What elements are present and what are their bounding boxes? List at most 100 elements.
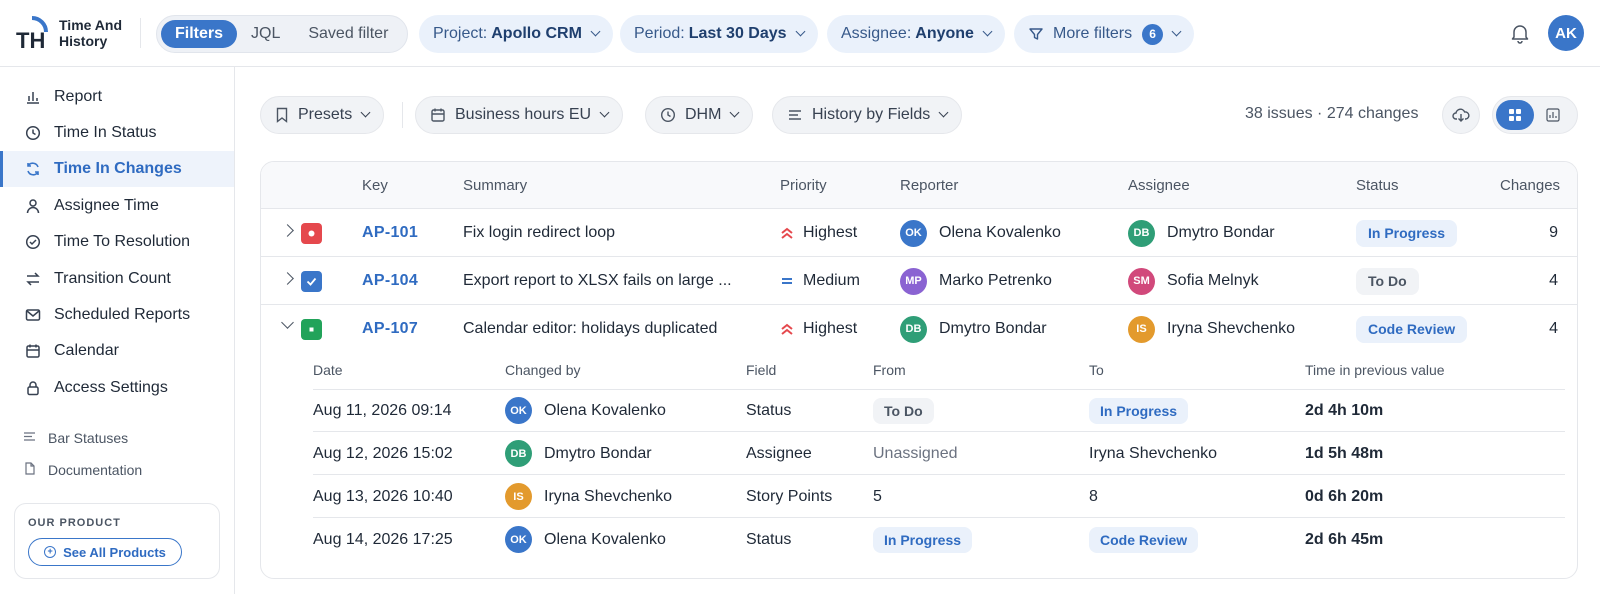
- app-logo[interactable]: TH Time And History: [16, 16, 139, 50]
- avatar: SM: [1128, 267, 1155, 295]
- bookmark-icon: [275, 107, 289, 123]
- change-field: Story Points: [746, 487, 833, 505]
- chevron-down-icon[interactable]: [281, 316, 294, 329]
- chevron-right-icon[interactable]: [281, 272, 294, 285]
- change-field: Status: [746, 401, 792, 419]
- chart-view-button[interactable]: [1534, 100, 1572, 130]
- change-duration: 0d 6h 20m: [1305, 487, 1384, 505]
- sidebar-item-access-settings[interactable]: Access Settings: [0, 370, 234, 406]
- change-from: To Do: [873, 389, 934, 432]
- more-filters-button[interactable]: More filters 6: [1014, 15, 1195, 53]
- history-mode-label: History by Fields: [812, 106, 931, 123]
- calendar-icon: [25, 343, 41, 359]
- header-divider: [140, 18, 141, 48]
- mode-saved-filter-tab[interactable]: Saved filter: [294, 20, 402, 48]
- column-header-summary[interactable]: Summary: [463, 177, 527, 194]
- avatar: DB: [505, 440, 532, 467]
- app-name-line2: History: [59, 33, 108, 49]
- column-header-changes[interactable]: Changes: [1500, 177, 1560, 194]
- our-product-label: OUR PRODUCT: [28, 517, 121, 529]
- chevron-down-icon: [729, 107, 740, 118]
- change-author: IS Iryna Shevchenko: [505, 475, 672, 518]
- sidebar-item-transition-count[interactable]: Transition Count: [0, 261, 234, 297]
- sidebar-item-assignee-time[interactable]: Assignee Time: [0, 188, 234, 224]
- history-header-field: Field: [746, 362, 777, 378]
- chevron-down-icon: [360, 107, 371, 118]
- table-row[interactable]: AP-107 Calendar editor: holidays duplica…: [261, 305, 1577, 353]
- sidebar-item-time-in-status[interactable]: Time In Status: [0, 115, 234, 151]
- assignee-filter[interactable]: Assignee: Anyone: [827, 15, 1005, 53]
- issue-status: To Do: [1356, 257, 1419, 305]
- presets-label: Presets: [298, 106, 353, 123]
- reporter-name: Olena Kovalenko: [939, 224, 1061, 241]
- more-filters-label: More filters: [1053, 25, 1133, 42]
- assignee-filter-value: Anyone: [915, 25, 974, 42]
- user-avatar[interactable]: AK: [1548, 15, 1584, 51]
- avatar: IS: [1128, 315, 1155, 343]
- column-header-priority[interactable]: Priority: [780, 177, 827, 194]
- mode-jql-tab[interactable]: JQL: [237, 20, 294, 48]
- user-icon: [25, 198, 41, 214]
- change-author-name: Dmytro Bondar: [544, 444, 652, 462]
- sidebar-link-bar-statuses[interactable]: Bar Statuses: [23, 426, 128, 450]
- assignee-name: Dmytro Bondar: [1167, 224, 1275, 241]
- sidebar-item-label: Transition Count: [54, 270, 171, 287]
- chevron-right-icon[interactable]: [281, 224, 294, 237]
- avatar: MP: [900, 267, 927, 295]
- change-author-name: Olena Kovalenko: [544, 530, 666, 548]
- priority-label: Highest: [803, 320, 858, 337]
- time-format-select[interactable]: DHM: [645, 96, 754, 134]
- column-header-reporter[interactable]: Reporter: [900, 177, 958, 194]
- priority-medium-icon: [780, 274, 794, 288]
- status-badge: In Progress: [1089, 397, 1189, 424]
- history-mode-select[interactable]: History by Fields: [772, 96, 963, 134]
- issue-changes-count: 4: [1549, 272, 1558, 289]
- chart-icon: [1546, 108, 1560, 122]
- download-button[interactable]: [1442, 96, 1480, 134]
- priority-label: Highest: [803, 224, 858, 241]
- app-name-line1: Time And: [59, 17, 123, 33]
- issue-key[interactable]: AP-101: [362, 209, 418, 257]
- column-header-assignee[interactable]: Assignee: [1128, 177, 1190, 194]
- sidebar-link-documentation[interactable]: Documentation: [23, 458, 142, 482]
- sidebar-item-scheduled-reports[interactable]: Scheduled Reports: [0, 297, 234, 333]
- mode-filters-tab[interactable]: Filters: [161, 20, 238, 48]
- sidebar-item-time-in-changes[interactable]: Time In Changes: [0, 151, 234, 187]
- sidebar-item-label: Time To Resolution: [54, 233, 191, 250]
- issue-key[interactable]: AP-104: [362, 257, 418, 305]
- clock-icon: [25, 125, 41, 141]
- grid-view-button[interactable]: [1496, 100, 1534, 130]
- calendar-select[interactable]: Business hours EU: [415, 96, 624, 134]
- issue-changes-count: 9: [1549, 224, 1558, 241]
- presets-button[interactable]: Presets: [260, 96, 385, 134]
- reporter-name: Dmytro Bondar: [939, 320, 1047, 337]
- see-all-products-button[interactable]: + See All Products: [28, 538, 182, 566]
- issue-priority: Highest: [780, 209, 857, 257]
- status-badge: To Do: [1356, 267, 1419, 295]
- history-row: Aug 12, 2026 15:02 DB Dmytro Bondar Assi…: [313, 432, 1565, 475]
- column-header-key[interactable]: Key: [362, 177, 388, 194]
- chevron-down-icon: [938, 107, 949, 118]
- bug-type-icon: [301, 223, 322, 244]
- assignee-name: Iryna Shevchenko: [1167, 320, 1296, 337]
- table-row[interactable]: AP-104 Export report to XLSX fails on la…: [261, 257, 1577, 305]
- project-filter[interactable]: Project: Apollo CRM: [419, 15, 613, 53]
- sidebar-item-report[interactable]: Report: [0, 79, 234, 115]
- avatar: IS: [505, 483, 532, 510]
- change-duration: 2d 4h 10m: [1305, 401, 1384, 419]
- column-header-status[interactable]: Status: [1356, 177, 1399, 194]
- bell-icon[interactable]: [1508, 21, 1532, 45]
- sidebar-item-calendar[interactable]: Calendar: [0, 333, 234, 369]
- project-filter-label: Project:: [433, 25, 488, 42]
- sidebar-item-time-to-resolution[interactable]: Time To Resolution: [0, 224, 234, 260]
- change-date: Aug 14, 2026 17:25: [313, 530, 453, 548]
- table-row[interactable]: AP-101 Fix login redirect loop Highest O…: [261, 209, 1577, 257]
- time-format-label: DHM: [685, 106, 722, 123]
- period-filter[interactable]: Period: Last 30 Days: [620, 15, 818, 53]
- issue-key[interactable]: AP-107: [362, 305, 418, 353]
- change-author: DB Dmytro Bondar: [505, 432, 652, 475]
- funnel-icon: [1029, 28, 1043, 40]
- history-row: Aug 13, 2026 10:40 IS Iryna Shevchenko S…: [313, 475, 1565, 518]
- history-header-time: Time in previous value: [1305, 362, 1445, 378]
- project-filter-value: Apollo CRM: [491, 25, 582, 42]
